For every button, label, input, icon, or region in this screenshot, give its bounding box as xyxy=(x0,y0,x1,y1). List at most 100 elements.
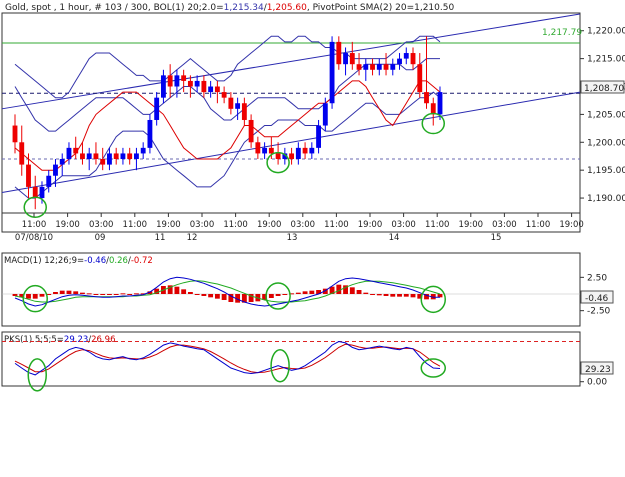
candle-body xyxy=(46,175,52,187)
candle-body xyxy=(32,186,38,199)
macd-hist-bar xyxy=(134,293,139,295)
candle-body xyxy=(295,147,301,160)
macd-hist-bar xyxy=(397,294,402,297)
macd-hist-bar xyxy=(295,292,301,294)
candle-body xyxy=(329,41,335,104)
candle-body xyxy=(343,53,348,65)
macd-hist-bar xyxy=(86,293,92,295)
macd-hist-bar xyxy=(349,287,355,294)
candle-body xyxy=(80,153,85,160)
time-tick-label: 11:00 xyxy=(526,220,551,230)
macd-hist-bar xyxy=(302,291,308,294)
macd-hist-bar xyxy=(80,292,85,294)
candle-body xyxy=(19,142,25,165)
macd-hist-bar xyxy=(93,294,99,295)
macd-hist-bar xyxy=(201,294,207,296)
macd-hist-bar xyxy=(181,289,187,294)
price-panel-frame xyxy=(1,12,581,233)
time-tick-label: 03:00 xyxy=(89,220,114,230)
macd-hist-bar xyxy=(12,294,18,296)
macd-hist-bar xyxy=(73,291,79,294)
macd-hist-bar xyxy=(356,290,362,294)
macd-hist-bar xyxy=(39,294,45,297)
macd-hist-bar xyxy=(370,294,375,295)
candle-body xyxy=(430,103,436,115)
macd-header: MACD(1) 12;26;9=-0.46/0.26/-0.72 xyxy=(4,256,153,266)
candle-body xyxy=(410,53,416,65)
current-price-label: 1,208.70 xyxy=(584,84,624,94)
candle-body xyxy=(208,86,214,93)
pks-panel: PKS(1) 5;5;5=29.23/26.96 0.00 29.23 xyxy=(1,331,614,392)
macd-hist-bar xyxy=(59,290,65,294)
time-tick-label: 11:00 xyxy=(223,220,248,230)
time-tick-label: 19:00 xyxy=(459,220,484,230)
chart-canvas: 1,220.001,215.001,210.001,205.001,200.00… xyxy=(1,3,625,392)
macd-hist-bar xyxy=(410,294,416,298)
candle xyxy=(329,36,335,109)
macd-hist-bar xyxy=(309,290,315,294)
candle-body xyxy=(53,164,58,176)
candle-body xyxy=(275,153,281,160)
candle-body xyxy=(363,64,369,70)
candle-body xyxy=(228,97,234,109)
pks-value-label: 29.23 xyxy=(585,365,611,375)
date-tick-label: 15 xyxy=(491,233,502,243)
macd-hist-bar xyxy=(53,292,58,294)
candle-body xyxy=(66,147,72,160)
candle-body xyxy=(262,147,268,154)
macd-hist-bar xyxy=(187,292,193,294)
macd-hist-bar xyxy=(268,294,274,298)
candle-body xyxy=(201,80,207,93)
candle-body xyxy=(322,103,328,126)
candle-body xyxy=(349,53,355,65)
candle-body xyxy=(221,92,227,98)
candle-body xyxy=(390,64,396,70)
pks-value-box: 29.23 xyxy=(580,361,614,375)
candle-body xyxy=(100,159,106,165)
candle-body xyxy=(241,103,247,120)
candle-body xyxy=(194,80,200,87)
candle-body xyxy=(289,153,295,160)
candle-body xyxy=(356,64,362,70)
macd-hist-bar xyxy=(32,294,38,299)
candle-body xyxy=(376,64,382,70)
macd-hist-bar xyxy=(403,294,409,297)
candle-body xyxy=(255,142,261,154)
candle-body xyxy=(73,147,79,154)
date-tick-label: 14 xyxy=(389,233,400,243)
macd-panel: MACD(1) 12;26;9=-0.46/0.26/-0.72 2.50 -2.… xyxy=(1,252,614,327)
candle-body xyxy=(336,41,342,65)
candle xyxy=(147,114,153,154)
time-tick-label: 19:00 xyxy=(55,220,80,230)
candle-body xyxy=(181,75,187,81)
candle-body xyxy=(214,86,220,93)
macd-hist-bar xyxy=(275,294,281,296)
time-tick-label: 03:00 xyxy=(492,220,517,230)
candle-body xyxy=(302,147,308,154)
macd-hist-bar xyxy=(26,294,31,299)
candle-body xyxy=(370,64,375,70)
candle-body xyxy=(383,64,389,70)
candle-body xyxy=(316,125,321,148)
candle-body xyxy=(59,159,65,165)
date-tick-label: 13 xyxy=(287,233,298,243)
macd-hist-bar xyxy=(214,294,220,299)
macd-y-tick-label: -2.50 xyxy=(587,307,611,317)
price-y-axis: 1,220.001,215.001,210.001,205.001,200.00… xyxy=(580,27,625,204)
time-tick-label: 11:00 xyxy=(425,220,450,230)
price-panel: 1,220.001,215.001,210.001,205.001,200.00… xyxy=(1,3,625,243)
macd-value-label: -0.46 xyxy=(585,294,609,304)
candle-body xyxy=(120,153,126,160)
time-tick-label: 19:00 xyxy=(156,220,181,230)
pks-y-tick-label: 0.00 xyxy=(587,378,607,388)
time-tick-label: 03:00 xyxy=(391,220,416,230)
candle-body xyxy=(86,153,92,160)
candle-body xyxy=(174,75,180,87)
candle-body xyxy=(248,119,254,143)
date-tick-label: 12 xyxy=(187,233,198,243)
candle-body xyxy=(26,164,31,187)
time-tick-label: 19:00 xyxy=(257,220,282,230)
candle-body xyxy=(167,75,173,87)
candle-body xyxy=(235,103,241,109)
macd-hist-bar xyxy=(282,294,288,295)
